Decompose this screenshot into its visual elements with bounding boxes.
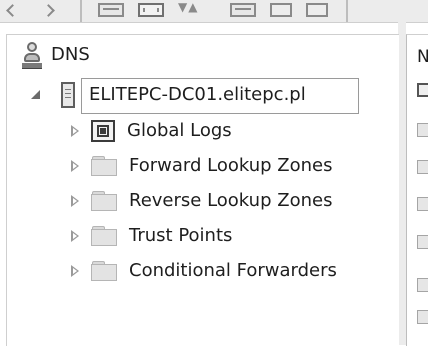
- console-tree: DNS ELITEPC-DC01.elitepc.pl Global Logs …: [6, 34, 399, 346]
- refresh-icon[interactable]: [178, 0, 206, 17]
- properties-icon[interactable]: [138, 3, 164, 17]
- folder-list-icon[interactable]: [417, 235, 428, 249]
- collapsed-arrow-icon[interactable]: [71, 195, 79, 207]
- tree-node-global-logs[interactable]: Global Logs: [91, 117, 232, 145]
- export-icon[interactable]: [230, 3, 256, 17]
- tree-node-label: Conditional Forwarders: [129, 260, 337, 281]
- toolbar-separator: [346, 0, 348, 22]
- tree-node-conditional-forwarders[interactable]: Conditional Forwarders: [91, 257, 337, 285]
- folder-icon: [91, 156, 117, 176]
- tree-node-label: DNS: [51, 44, 90, 65]
- folder-list-icon[interactable]: [417, 197, 428, 211]
- folder-icon: [91, 226, 117, 246]
- collapsed-arrow-icon[interactable]: [71, 230, 79, 242]
- tree-node-server[interactable]: ELITEPC-DC01.elitepc.pl: [61, 81, 306, 109]
- tree-node-label: Reverse Lookup Zones: [129, 190, 333, 211]
- tree-node-dns[interactable]: DNS: [21, 41, 90, 69]
- folder-icon: [91, 191, 117, 211]
- expanded-arrow-icon[interactable]: [31, 90, 40, 99]
- dns-manager-icon: [21, 41, 43, 69]
- pane-splitter[interactable]: [398, 22, 406, 345]
- tree-node-label: Forward Lookup Zones: [129, 155, 333, 176]
- server-icon: [61, 82, 75, 108]
- action-icon[interactable]: [306, 3, 328, 17]
- server-list-icon[interactable]: [417, 83, 428, 97]
- tree-node-label: Global Logs: [127, 120, 232, 141]
- collapsed-arrow-icon[interactable]: [71, 160, 79, 172]
- back-arrow-icon[interactable]: [2, 3, 20, 17]
- details-column-header[interactable]: N: [417, 47, 428, 67]
- tree-node-label: ELITEPC-DC01.elitepc.pl: [89, 84, 306, 105]
- collapsed-arrow-icon[interactable]: [71, 125, 79, 137]
- document-list-icon[interactable]: [417, 310, 428, 324]
- help-icon[interactable]: [270, 3, 292, 17]
- folder-list-icon[interactable]: [417, 123, 428, 137]
- tree-node-label: Trust Points: [129, 225, 233, 246]
- toolbar-separator: [80, 0, 82, 22]
- document-list-icon[interactable]: [417, 278, 428, 292]
- folder-icon: [91, 261, 117, 281]
- toolbar: [0, 0, 428, 23]
- details-pane[interactable]: N: [406, 34, 428, 346]
- folder-list-icon[interactable]: [417, 160, 428, 174]
- collapsed-arrow-icon[interactable]: [71, 265, 79, 277]
- forward-arrow-icon[interactable]: [42, 3, 60, 17]
- console-tree-icon[interactable]: [98, 3, 124, 17]
- tree-node-forward-lookup-zones[interactable]: Forward Lookup Zones: [91, 152, 332, 180]
- event-log-icon: [91, 120, 115, 142]
- tree-node-reverse-lookup-zones[interactable]: Reverse Lookup Zones: [91, 187, 332, 215]
- tree-node-trust-points[interactable]: Trust Points: [91, 222, 232, 250]
